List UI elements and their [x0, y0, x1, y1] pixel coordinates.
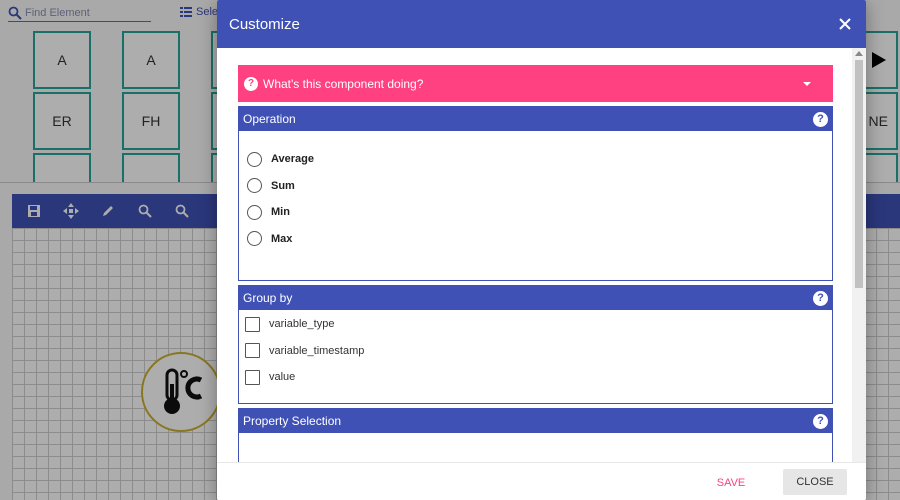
radio-min[interactable]: Min: [239, 199, 832, 226]
question-icon[interactable]: ?: [813, 290, 828, 306]
customize-dialog: Customize ? What's this component doing?…: [217, 0, 866, 500]
property-selection-header: Property Selection ?: [239, 409, 832, 433]
operation-options: Average Sum Min Max: [239, 131, 832, 252]
checkbox-value[interactable]: value: [239, 364, 832, 391]
close-button[interactable]: CLOSE: [783, 469, 847, 495]
dialog-header: Customize: [217, 0, 866, 48]
question-icon[interactable]: ?: [813, 413, 828, 429]
help-label: What's this component doing?: [263, 76, 424, 91]
operation-header: Operation ?: [239, 107, 832, 131]
radio-sum[interactable]: Sum: [239, 173, 832, 200]
scrollbar-thumb[interactable]: [855, 60, 863, 288]
checkbox[interactable]: [245, 316, 260, 332]
operation-section: Operation ? Average Sum Min Max: [238, 106, 833, 281]
save-button[interactable]: SAVE: [707, 470, 755, 495]
close-icon[interactable]: [836, 15, 854, 33]
scroll-up-arrow-icon[interactable]: [855, 51, 863, 56]
radio-average[interactable]: Average: [239, 146, 832, 173]
operation-title: Operation: [243, 112, 296, 126]
group-by-header: Group by ?: [239, 286, 832, 310]
checkbox[interactable]: [245, 343, 260, 359]
checkbox-variable-type[interactable]: variable_type: [239, 311, 832, 338]
checkbox[interactable]: [245, 369, 260, 385]
property-selection-title: Property Selection: [243, 414, 342, 428]
group-by-title: Group by: [243, 291, 293, 305]
radio-max[interactable]: Max: [239, 226, 832, 253]
help-expansion-panel[interactable]: ? What's this component doing?: [238, 65, 833, 102]
dialog-scrollbar[interactable]: [852, 48, 866, 462]
group-by-section: Group by ? variable_type variable_timest…: [238, 285, 833, 404]
dialog-title: Customize: [229, 15, 300, 33]
radio-button[interactable]: [247, 151, 262, 167]
radio-button[interactable]: [247, 204, 262, 220]
radio-button[interactable]: [247, 178, 262, 194]
help-icon: ?: [244, 76, 258, 91]
dialog-footer: SAVE CLOSE: [217, 462, 866, 500]
dialog-body: ? What's this component doing? Operation…: [217, 48, 866, 462]
chevron-down-icon: [803, 81, 811, 86]
group-by-options: variable_type variable_timestamp value: [239, 310, 832, 391]
property-selection-section: Property Selection ?: [238, 408, 833, 462]
checkbox-variable-timestamp[interactable]: variable_timestamp: [239, 338, 832, 365]
radio-button[interactable]: [247, 231, 262, 247]
question-icon[interactable]: ?: [813, 111, 828, 127]
